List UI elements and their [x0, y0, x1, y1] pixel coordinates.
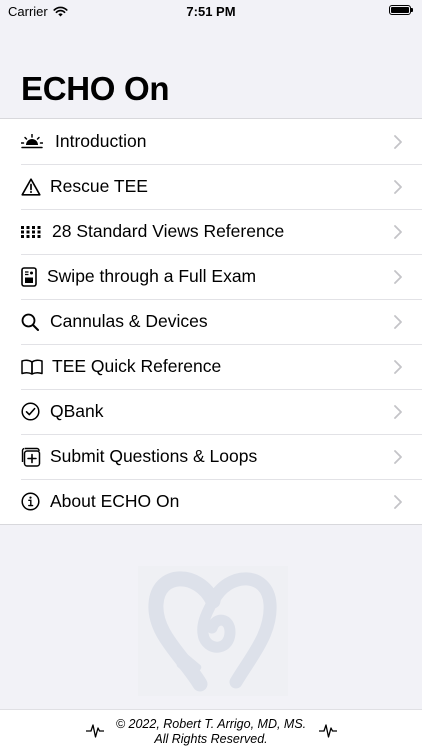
- battery-icon: [389, 5, 413, 15]
- menu-item-introduction[interactable]: Introduction: [0, 119, 422, 164]
- chevron-right-icon: [394, 134, 402, 149]
- grid-icon: [21, 221, 43, 243]
- menu-item-standard-views[interactable]: 28 Standard Views Reference: [0, 209, 422, 254]
- document-image-icon: [21, 266, 43, 288]
- menu-item-label: TEE Quick Reference: [52, 356, 222, 376]
- main-menu: Introduction Rescue TEE 28 Standard View…: [0, 118, 422, 525]
- chevron-right-icon: [394, 359, 402, 374]
- warning-triangle-icon: [21, 176, 43, 198]
- heartbeat-icon: [319, 724, 337, 738]
- chevron-right-icon: [394, 494, 402, 509]
- chevron-right-icon: [394, 224, 402, 239]
- menu-item-cannulas[interactable]: Cannulas & Devices: [0, 299, 422, 344]
- menu-item-label: Submit Questions & Loops: [50, 446, 258, 466]
- chevron-right-icon: [394, 449, 402, 464]
- copyright-text: © 2022, Robert T. Arrigo, MD, MS. All Ri…: [0, 717, 422, 747]
- chevron-right-icon: [394, 179, 402, 194]
- menu-item-label: QBank: [50, 401, 104, 421]
- info-circle-icon: [21, 491, 43, 513]
- rights-line: All Rights Reserved.: [154, 732, 268, 746]
- magnifier-icon: [21, 311, 43, 333]
- checkmark-circle-icon: [21, 401, 43, 423]
- menu-item-label: Rescue TEE: [50, 176, 148, 196]
- menu-item-full-exam[interactable]: Swipe through a Full Exam: [0, 254, 422, 299]
- chevron-right-icon: [394, 269, 402, 284]
- menu-item-rescue-tee[interactable]: Rescue TEE: [0, 164, 422, 209]
- menu-item-about[interactable]: About ECHO On: [0, 479, 422, 524]
- menu-item-qbank[interactable]: QBank: [0, 389, 422, 434]
- copyright-line: © 2022, Robert T. Arrigo, MD, MS.: [115, 717, 307, 731]
- menu-item-label: Swipe through a Full Exam: [47, 266, 257, 286]
- page-title: ECHO On: [21, 70, 170, 107]
- chevron-right-icon: [394, 314, 402, 329]
- sunrise-icon: [21, 131, 43, 153]
- status-bar: Carrier 7:51 PM: [0, 0, 422, 22]
- chevron-right-icon: [394, 404, 402, 419]
- menu-item-label: Introduction: [55, 131, 147, 151]
- heart-probe-logo: [138, 566, 288, 696]
- footer: © 2022, Robert T. Arrigo, MD, MS. All Ri…: [0, 709, 422, 750]
- plus-square-icon: [21, 446, 43, 468]
- menu-item-label: About ECHO On: [50, 491, 180, 511]
- menu-item-label: 28 Standard Views Reference: [52, 221, 285, 241]
- menu-item-submit-questions[interactable]: Submit Questions & Loops: [0, 434, 422, 479]
- menu-item-label: Cannulas & Devices: [50, 311, 208, 331]
- menu-item-quick-reference[interactable]: TEE Quick Reference: [0, 344, 422, 389]
- status-time: 7:51 PM: [186, 4, 236, 19]
- book-icon: [21, 356, 43, 378]
